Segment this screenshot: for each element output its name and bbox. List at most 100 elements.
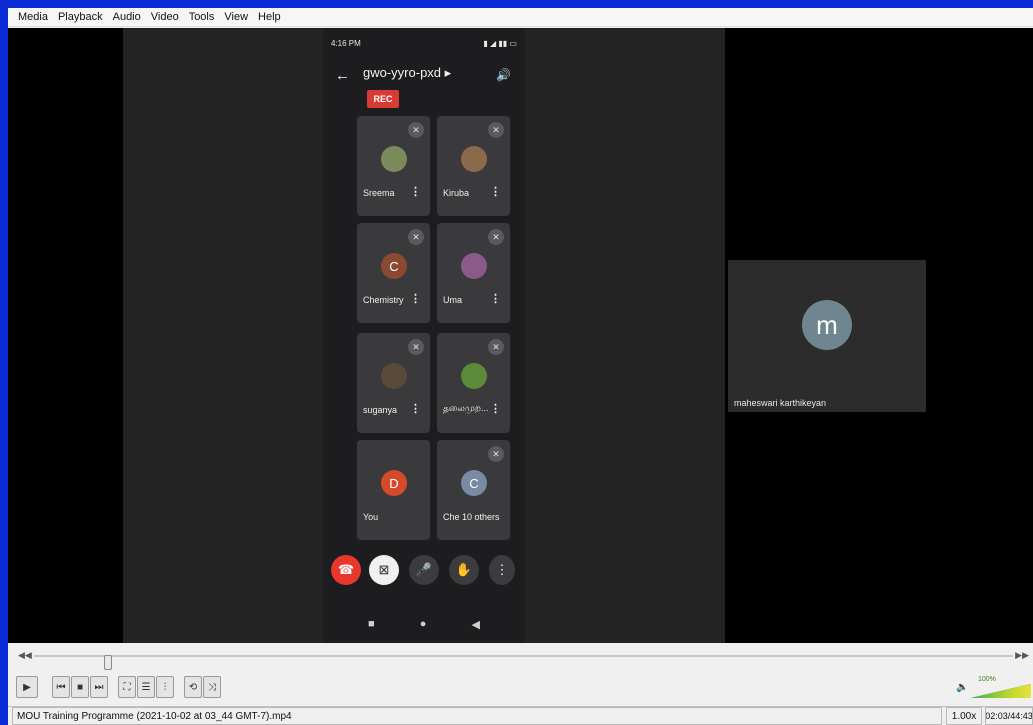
next-icon: ⏭: [94, 681, 104, 693]
extended-settings-button[interactable]: ⫶: [156, 676, 174, 698]
play-button[interactable]: ▶: [16, 676, 38, 698]
speaker-icon: 🔊: [496, 68, 511, 82]
more-options-icon: ⋮: [410, 293, 421, 305]
participant-name: Che 10 others: [443, 512, 500, 522]
fullscreen-button[interactable]: ⛶: [118, 676, 136, 698]
menu-tools[interactable]: Tools: [189, 11, 215, 23]
mic-off-icon: ✕: [408, 229, 424, 245]
recents-icon: ■: [368, 618, 375, 630]
meet-top-bar: ← gwo-yyro-pxd ▸ 🔊: [333, 58, 515, 88]
more-options-icon: ⋮: [410, 403, 421, 415]
menu-view[interactable]: View: [224, 11, 248, 23]
participant-name: Chemistry: [363, 295, 404, 305]
phone-status-bar: 4:16 PM ▮ ◢ ▮▮ ▭: [331, 36, 517, 50]
participant-tile: ✕ C Che 10 others: [437, 440, 510, 540]
remote-avatar: m: [802, 300, 852, 350]
seek-bar[interactable]: [34, 655, 1013, 670]
more-options-icon: ⋮: [410, 186, 421, 198]
participant-name: Sreema: [363, 188, 395, 198]
mic-off-icon: ✕: [488, 122, 504, 138]
volume-icon[interactable]: 🔈: [956, 682, 968, 693]
phone-screen: 4:16 PM ▮ ◢ ▮▮ ▭ ← gwo-yyro-pxd ▸ 🔊 REC …: [323, 28, 525, 643]
more-options-icon: ⋮: [490, 186, 501, 198]
menu-media[interactable]: Media: [18, 11, 48, 23]
meeting-code: gwo-yyro-pxd ▸: [363, 65, 452, 80]
playlist-icon: ☰: [141, 681, 151, 693]
playback-speed[interactable]: 1.00x: [946, 707, 982, 725]
forward-icon[interactable]: ▶▶: [1015, 650, 1029, 661]
mic-off-icon: ✕: [488, 446, 504, 462]
stop-icon: ■: [76, 681, 84, 693]
mic-off-icon: ✕: [488, 339, 504, 355]
status-bar: MOU Training Programme (2021-10-02 at 03…: [8, 706, 1033, 725]
previous-icon: ⏮: [56, 681, 66, 693]
remote-participant-tile: m maheswari karthikeyan: [728, 260, 926, 412]
stop-button[interactable]: ■: [71, 676, 89, 698]
volume-percent: 100%: [978, 676, 996, 683]
more-options-icon: ⋮: [490, 403, 501, 415]
participant-tile: ✕ Kiruba ⋮: [437, 116, 510, 216]
signal-battery-icon: ▮ ◢ ▮▮ ▭: [483, 38, 517, 48]
time-display[interactable]: 02:03/44:43: [985, 707, 1033, 725]
back-arrow-icon: ←: [335, 67, 350, 84]
mic-off-icon: ✕: [488, 229, 504, 245]
playback-controls: ▶ ⏮ ■ ⏭ ⛶ ☰ ⫶ ⟲ ⤨ 🔈 100%: [8, 676, 1033, 700]
phone-nav-bar: ■ ● ◀: [323, 606, 525, 642]
avatar: C: [461, 470, 487, 496]
participant-tile: ✕ தலைமுற... ⋮: [437, 333, 510, 433]
back-icon: ◀: [471, 618, 480, 631]
rewind-icon[interactable]: ◀◀: [18, 650, 32, 661]
previous-button[interactable]: ⏮: [52, 676, 70, 698]
more-icon: ⋮: [489, 555, 515, 585]
avatar: [381, 146, 407, 172]
fullscreen-icon: ⛶: [123, 681, 131, 693]
mic-off-icon: ✕: [408, 122, 424, 138]
loop-icon: ⟲: [188, 681, 198, 693]
menu-help[interactable]: Help: [258, 11, 281, 23]
shuffle-button[interactable]: ⤨: [203, 676, 221, 698]
avatar: [461, 146, 487, 172]
mic-off-icon: ✕: [408, 339, 424, 355]
menu-audio[interactable]: Audio: [113, 11, 141, 23]
participant-name: தலைமுற...: [443, 403, 489, 413]
participant-name: suganya: [363, 405, 398, 415]
mic-icon: 🎤: [409, 555, 439, 585]
participant-tile: ✕ C Chemistry ⋮: [357, 223, 430, 323]
remote-participant-name: maheswari karthikeyan: [734, 398, 827, 408]
participant-name: Uma: [443, 295, 463, 305]
file-name: MOU Training Programme (2021-10-02 at 03…: [12, 707, 942, 725]
menu-video[interactable]: Video: [151, 11, 179, 23]
avatar: [381, 363, 407, 389]
playlist-button[interactable]: ☰: [137, 676, 155, 698]
play-icon: ▶: [23, 681, 31, 693]
avatar: [461, 363, 487, 389]
end-call-icon: ☎: [331, 555, 361, 585]
avatar: C: [381, 253, 407, 279]
participant-tile: D You: [357, 440, 430, 540]
raise-hand-icon: ✋: [449, 555, 479, 585]
participant-tile: ✕ suganya ⋮: [357, 333, 430, 433]
loop-button[interactable]: ⟲: [184, 676, 202, 698]
camera-off-icon: ⊠: [369, 555, 399, 585]
participant-tile: ✕ Sreema ⋮: [357, 116, 430, 216]
menu-playback[interactable]: Playback: [58, 11, 103, 23]
next-button[interactable]: ⏭: [90, 676, 108, 698]
vlc-window: Media Playback Audio Video Tools View He…: [8, 8, 1033, 725]
volume-slider[interactable]: [971, 684, 1031, 698]
shuffle-icon: ⤨: [208, 681, 216, 693]
equalizer-icon: ⫶: [163, 681, 167, 693]
menu-bar: Media Playback Audio Video Tools View He…: [8, 8, 1033, 27]
seek-handle[interactable]: [104, 655, 112, 670]
participant-name: You: [363, 512, 379, 522]
avatar: [461, 253, 487, 279]
avatar: D: [381, 470, 407, 496]
more-options-icon: ⋮: [490, 293, 501, 305]
seek-bar-row: ◀◀ ▶▶: [8, 648, 1033, 670]
video-area[interactable]: 4:16 PM ▮ ◢ ▮▮ ▭ ← gwo-yyro-pxd ▸ 🔊 REC …: [8, 28, 1033, 643]
participant-name: Kiruba: [443, 188, 470, 198]
video-side-panel-left: [123, 28, 323, 643]
home-icon: ●: [419, 618, 427, 630]
video-side-panel-right: [525, 28, 725, 643]
phone-status-time: 4:16 PM: [331, 38, 361, 48]
participant-tile: ✕ Uma ⋮: [437, 223, 510, 323]
